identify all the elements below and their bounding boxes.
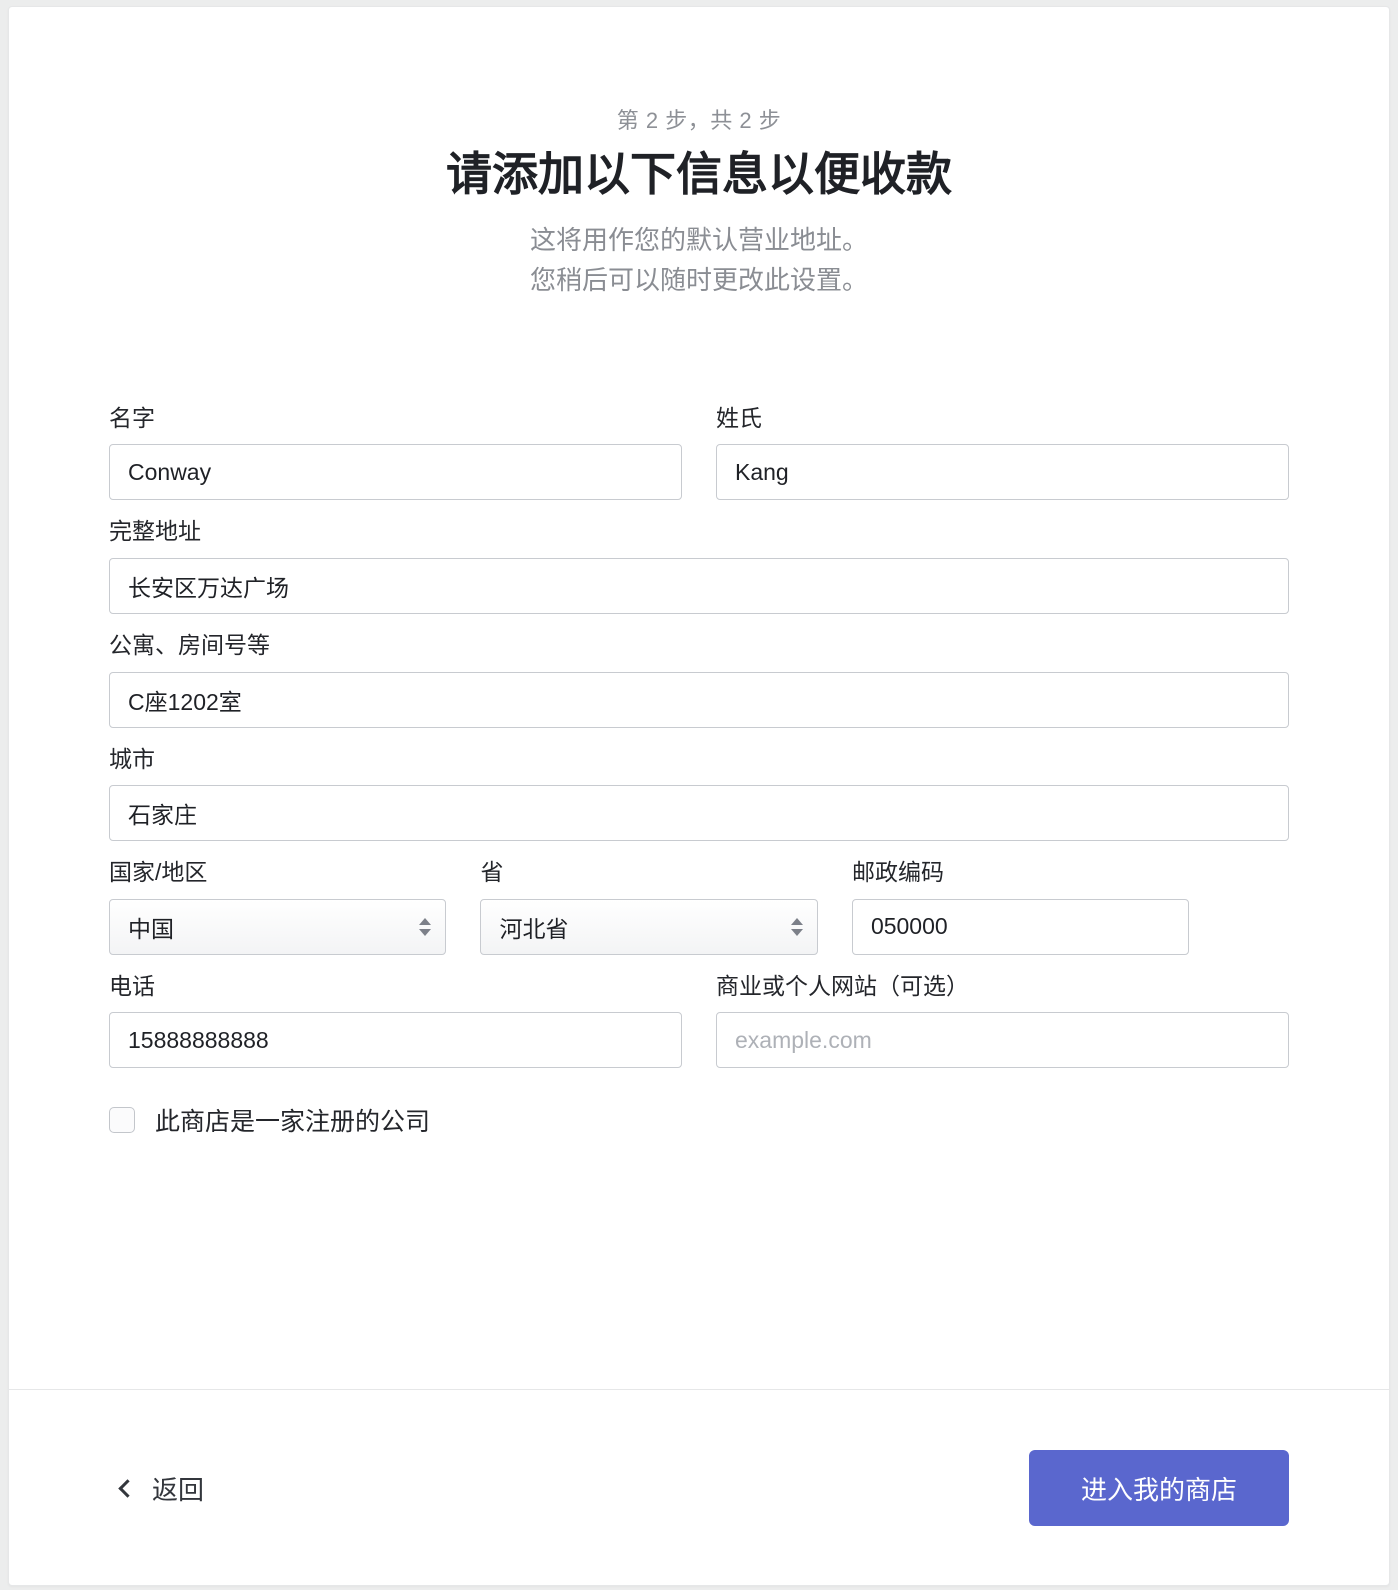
region-row: 国家/地区 中国 省 河北省 邮政编码 050000 (109, 859, 1289, 955)
page-subtitle: 这将用作您的默认营业地址。 您稍后可以随时更改此设置。 (9, 220, 1389, 301)
subtitle-line-1: 这将用作您的默认营业地址。 (529, 225, 868, 256)
address-label: 完整地址 (109, 518, 201, 545)
phone-label: 电话 (109, 972, 155, 999)
chevron-updown-icon (419, 917, 432, 936)
website-field: 商业或个人网站（可选） example.com (716, 973, 1289, 1069)
last-name-field: 姓氏 Kang (716, 405, 1289, 501)
registered-company-row[interactable]: 此商店是一家注册的公司 (109, 1102, 1289, 1138)
name-row: 名字 Conway 姓氏 Kang (109, 405, 1289, 501)
city-label: 城市 (109, 745, 155, 772)
chevron-updown-icon (790, 917, 803, 936)
province-select-value: 河北省 (499, 915, 569, 942)
back-button-label: 返回 (152, 1474, 205, 1505)
city-field: 城市 石家庄 (109, 746, 1289, 842)
country-label: 国家/地区 (109, 859, 208, 886)
last-name-input[interactable]: Kang (716, 444, 1289, 501)
first-name-field: 名字 Conway (109, 405, 682, 501)
address-input[interactable]: 长安区万达广场 (109, 557, 1289, 614)
website-label: 商业或个人网站（可选） (716, 972, 969, 999)
apartment-label: 公寓、房间号等 (109, 631, 270, 658)
first-name-label: 名字 (109, 404, 155, 431)
contact-row: 电话 15888888888 商业或个人网站（可选） example.com (109, 973, 1289, 1069)
step-indicator: 第 2 步，共 2 步 (616, 108, 782, 133)
address-row: 完整地址 长安区万达广场 (109, 518, 1289, 614)
registered-company-label: 此商店是一家注册的公司 (155, 1108, 431, 1137)
footer: 返回 进入我的商店 (9, 1390, 1389, 1586)
phone-input[interactable]: 15888888888 (109, 1012, 682, 1069)
postal-code-field: 邮政编码 050000 (851, 859, 1190, 955)
address-form: 名字 Conway 姓氏 Kang 完整地址 长安区万达广场 公寓、房间号等 C… (9, 405, 1389, 1139)
last-name-label: 姓氏 (716, 404, 762, 431)
country-field: 国家/地区 中国 (109, 859, 447, 955)
apartment-input[interactable]: C座1202室 (109, 671, 1289, 728)
postal-code-label: 邮政编码 (851, 859, 944, 886)
country-select[interactable]: 中国 (109, 898, 447, 955)
chevron-left-icon (118, 1479, 137, 1498)
city-row: 城市 石家庄 (109, 746, 1289, 842)
page-title: 请添加以下信息以便收款 (446, 148, 952, 200)
address-field: 完整地址 长安区万达广场 (109, 518, 1289, 614)
onboarding-card: 第 2 步，共 2 步 请添加以下信息以便收款 这将用作您的默认营业地址。 您稍… (8, 6, 1390, 1586)
registered-company-checkbox[interactable] (109, 1107, 135, 1134)
back-button[interactable]: 返回 (117, 1462, 208, 1515)
postal-code-input[interactable]: 050000 (851, 898, 1190, 955)
phone-field: 电话 15888888888 (109, 973, 682, 1069)
apartment-row: 公寓、房间号等 C座1202室 (109, 632, 1289, 728)
header: 第 2 步，共 2 步 请添加以下信息以便收款 这将用作您的默认营业地址。 您稍… (9, 7, 1389, 301)
province-select[interactable]: 河北省 (480, 898, 818, 955)
country-select-value: 中国 (128, 915, 174, 942)
first-name-input[interactable]: Conway (109, 444, 682, 501)
city-input[interactable]: 石家庄 (109, 785, 1289, 842)
province-field: 省 河北省 (480, 859, 818, 955)
apartment-field: 公寓、房间号等 C座1202室 (109, 632, 1289, 728)
enter-my-store-button[interactable]: 进入我的商店 (1029, 1450, 1289, 1526)
subtitle-line-2: 您稍后可以随时更改此设置。 (529, 265, 868, 296)
province-label: 省 (480, 859, 504, 886)
website-input[interactable]: example.com (716, 1012, 1289, 1069)
page-root: 第 2 步，共 2 步 请添加以下信息以便收款 这将用作您的默认营业地址。 您稍… (0, 0, 1398, 1590)
